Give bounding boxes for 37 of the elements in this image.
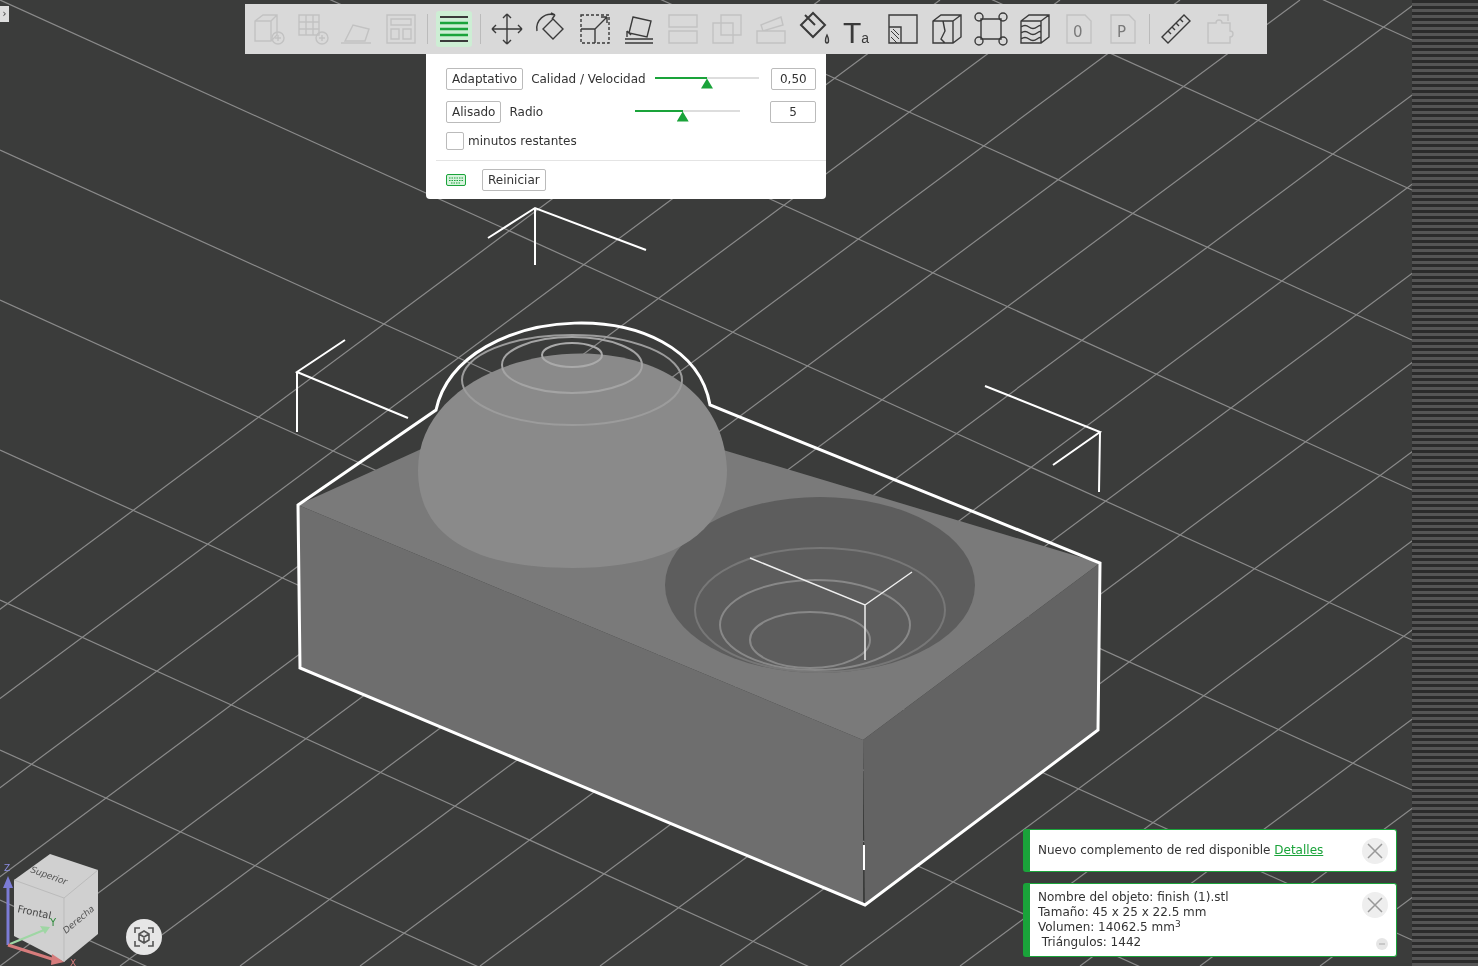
slider-thumb[interactable]: [701, 78, 713, 89]
text-icon[interactable]: Ta: [841, 11, 877, 47]
slider-label: Calidad / Velocidad: [531, 70, 647, 88]
cut-icon[interactable]: [885, 11, 921, 47]
reset-button[interactable]: Reiniciar: [482, 169, 546, 191]
axis-label: Z: [4, 863, 11, 873]
camera-frame-icon: [133, 926, 155, 948]
axis-label: X: [70, 958, 77, 966]
slider-thumb[interactable]: [676, 111, 689, 122]
move-icon[interactable]: [489, 11, 525, 47]
layers-icon[interactable]: [436, 11, 472, 47]
checkbox-label: minutos restantes: [468, 133, 577, 150]
close-button[interactable]: [1362, 892, 1388, 918]
info-line: Tamaño: 45 x 25 x 22.5 mm: [1038, 905, 1208, 920]
scale-icon[interactable]: [577, 11, 613, 47]
value-field[interactable]: 0,50: [770, 67, 816, 90]
smoothing-button[interactable]: Alisado: [446, 100, 502, 123]
axis-label: Y: [50, 917, 57, 928]
adaptive-button[interactable]: Adaptativo: [446, 67, 524, 90]
minimize-icon[interactable]: [1376, 938, 1388, 950]
notification-text: Nuevo complemento de red disponible: [1038, 843, 1272, 857]
info-line: Triángulos: 1442: [1040, 935, 1143, 950]
frame-icon[interactable]: [973, 11, 1009, 47]
info-line: Volumen: 14062.5 mm$^{3}$: [1038, 920, 1182, 935]
expand-toggle[interactable]: ›: [0, 6, 9, 22]
cube-seam-icon[interactable]: [929, 11, 965, 47]
keyboard-icon[interactable]: [446, 174, 466, 186]
info-line: Nombre del objeto: finish (1).stl: [1038, 890, 1230, 905]
checkbox[interactable]: [446, 132, 464, 150]
camera-reset-button[interactable]: [126, 919, 162, 955]
slider-label: Radio: [509, 103, 545, 121]
x-axis: [7, 943, 64, 965]
textured-cube-icon[interactable]: [1017, 11, 1053, 47]
value-field[interactable]: 5: [770, 100, 816, 123]
z-axis: [3, 876, 13, 945]
close-button[interactable]: [1362, 838, 1388, 864]
y-axis: [9, 926, 50, 945]
